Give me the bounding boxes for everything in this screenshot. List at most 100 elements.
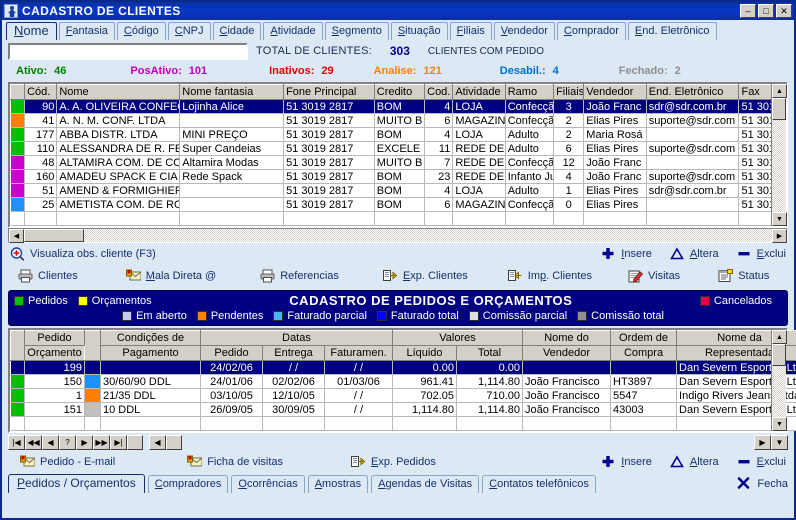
- mala-direta-button[interactable]: Mala Direta @: [125, 269, 216, 283]
- orders-col-compra[interactable]: Compra: [610, 345, 678, 361]
- tab-end-eletr-nico[interactable]: End. Eletrônico: [627, 22, 717, 40]
- table-row[interactable]: 51AMEND & FORMIGHIERI LT 51 3019 2817BOM4…: [10, 183, 786, 198]
- hscroll-track[interactable]: [84, 229, 772, 242]
- scroll-down-button[interactable]: ▼: [772, 212, 787, 226]
- orders-col-cond-top[interactable]: Condições de: [100, 330, 201, 346]
- table-row[interactable]: 48ALTAMIRA COM. DE CONFAltamira Modas51 …: [10, 155, 786, 170]
- table-row-empty[interactable]: [10, 211, 786, 226]
- nav-button-1[interactable]: ◀◀: [25, 434, 42, 450]
- orders-scroll-down-button[interactable]: ▼: [772, 417, 787, 431]
- orders-scroll-thumb[interactable]: [772, 344, 786, 366]
- scroll-track[interactable]: [772, 120, 786, 212]
- orders-col-liquido[interactable]: Líquido: [392, 345, 457, 361]
- bottom-tab-ocorr-ncias[interactable]: Ocorrências: [231, 475, 305, 493]
- altera-button-orders[interactable]: Altera: [670, 455, 719, 469]
- close-button[interactable]: ✕: [776, 4, 792, 18]
- bottom-tab-amostras[interactable]: Amostras: [307, 475, 369, 493]
- imp-clientes-button[interactable]: Imp. Clientes: [507, 269, 592, 283]
- table-row[interactable]: 41 A. N. M. CONF. LTDA 51 3019 2817 MUITO B…: [10, 113, 786, 128]
- scroll-left-button[interactable]: ◀: [9, 228, 24, 243]
- nav-button-3[interactable]: ?: [59, 434, 76, 450]
- table-row[interactable]: 199 24/02/06/ / / /0.00 0.00 Dan Severn Espo…: [10, 360, 796, 375]
- clients-col-6[interactable]: Cod.: [424, 84, 454, 100]
- nav-button-4[interactable]: ▶: [76, 434, 93, 450]
- tab-vendedor[interactable]: Vendedor: [493, 22, 555, 40]
- hscroll-thumb[interactable]: [24, 229, 84, 242]
- table-row[interactable]: 110ALESSANDRA DE R. FERRSuper Candeias51…: [10, 141, 786, 156]
- view-client-obs-button[interactable]: Visualiza obs. cliente (F3): [10, 247, 156, 261]
- fecha-button[interactable]: Fecha: [737, 477, 788, 491]
- maximize-button[interactable]: □: [758, 4, 774, 18]
- orders-vertical-scrollbar[interactable]: ▲ ▼: [771, 330, 787, 431]
- orders-col-valores[interactable]: Valores: [391, 330, 524, 346]
- clients-col-4[interactable]: Fone Principal: [283, 84, 375, 100]
- bottom-tab-compradores[interactable]: Compradores: [147, 475, 229, 493]
- orders-grid[interactable]: Pedido Condições de Datas Valores Nome do Ord…: [8, 328, 796, 433]
- orders-col-datas[interactable]: Datas: [200, 330, 393, 346]
- tab-c-digo[interactable]: Código: [116, 22, 166, 40]
- clients-vertical-scrollbar[interactable]: ▲ ▼: [771, 84, 787, 226]
- table-row[interactable]: 1 21/35 DDL 03/10/05 12/10/05/ /702.05 710.0…: [10, 388, 796, 403]
- tab-filiais[interactable]: Filiais: [449, 22, 492, 40]
- scroll-up-button[interactable]: ▲: [772, 84, 787, 98]
- nav-button-0[interactable]: |◀: [8, 434, 25, 450]
- clients-col-2[interactable]: Nome: [56, 84, 181, 100]
- status-button[interactable]: Status: [718, 269, 769, 283]
- clients-col-7[interactable]: Atividade: [452, 84, 506, 100]
- bottom-tab-contatos-telef-nicos[interactable]: Contatos telefônicos: [482, 475, 596, 493]
- nav-button-2[interactable]: ◀: [42, 434, 59, 450]
- exclui-button-clients[interactable]: Exclui: [737, 247, 786, 261]
- bottom-tab-agendas-de-visitas[interactable]: Agendas de Visitas: [371, 475, 480, 493]
- ficha-de-visitas-button[interactable]: Ficha de visitas: [187, 455, 283, 469]
- insere-button-clients[interactable]: Insere: [601, 247, 652, 261]
- tab-atividade[interactable]: Atividade: [263, 22, 323, 40]
- bottom-tab-pedidos-or-amentos[interactable]: Pedidos / Orçamentos: [8, 474, 145, 493]
- table-row[interactable]: 151 10 DDL 26/09/05 30/09/05/ /1,114.80 1,11…: [10, 402, 796, 417]
- clientes-button[interactable]: Clientes: [18, 269, 78, 283]
- table-row[interactable]: 25AMETISTA COM. DE ROUP 51 3019 2817BOM6M…: [10, 197, 786, 212]
- clients-col-1[interactable]: Cód.: [24, 84, 58, 100]
- orders-col-data-faturamento[interactable]: Faturamen.: [324, 345, 393, 361]
- referencias-button[interactable]: Referencias: [260, 269, 339, 283]
- orders-hscroll-left-button[interactable]: ◀: [149, 434, 166, 450]
- tab-situa-o[interactable]: Situação: [390, 22, 448, 40]
- table-row[interactable]: 150 30/60/90 DDL 24/01/06 02/02/06 01/03/06 9…: [10, 374, 796, 389]
- minimize-button[interactable]: –: [740, 4, 756, 18]
- table-row[interactable]: 160AMADEU SPACK E CIA LTDRede Spack51 30…: [10, 169, 786, 184]
- orders-col-total[interactable]: Total: [455, 345, 524, 361]
- clients-col-9[interactable]: Filiais: [553, 84, 585, 100]
- nav-button-5[interactable]: ▶▶: [93, 434, 110, 450]
- tab-cidade[interactable]: Cidade: [212, 22, 262, 40]
- exp-clientes-button[interactable]: Exp. Clientes: [382, 269, 468, 283]
- clients-col-8[interactable]: Ramo: [504, 84, 555, 100]
- orders-hscroll-right-button[interactable]: ▶: [754, 434, 771, 450]
- clients-col-10[interactable]: Vendedor: [583, 84, 647, 100]
- tab-nome[interactable]: Nome: [6, 22, 57, 40]
- tab-comprador[interactable]: Comprador: [556, 22, 626, 40]
- nav-button-6[interactable]: ▶|: [110, 434, 127, 450]
- tab-fantasia[interactable]: Fantasia: [58, 22, 115, 40]
- table-row[interactable]: 177 ABBA DISTR. LTDA MINI PREÇO 51 3019 281…: [10, 127, 786, 142]
- clients-col-11[interactable]: End. Eletrônico: [645, 84, 740, 100]
- orders-col-vendedor[interactable]: Vendedor: [522, 345, 612, 361]
- clients-col-0[interactable]: [9, 84, 26, 100]
- pedido-e-mail-button[interactable]: Pedido - E-mail: [20, 455, 115, 469]
- orders-col-orcamento[interactable]: Orçamento: [24, 345, 85, 361]
- clients-grid[interactable]: Cód. Nome Nome fantasia Fone Principal Credi…: [8, 82, 788, 228]
- clients-col-3[interactable]: Nome fantasia: [179, 84, 285, 100]
- clients-horizontal-scrollbar[interactable]: ◀ ▶: [8, 228, 788, 243]
- table-row[interactable]: 90A. A. OLIVEIRA CONFECCOLojinha Alice51…: [10, 99, 786, 114]
- orders-col-data-entrega[interactable]: Entrega: [262, 345, 325, 361]
- exp-pedidos-button[interactable]: Exp. Pedidos: [351, 455, 436, 469]
- insere-button-orders[interactable]: Insere: [601, 455, 652, 469]
- search-input[interactable]: [8, 42, 248, 60]
- scroll-right-button[interactable]: ▶: [772, 228, 787, 243]
- orders-scroll-track[interactable]: [772, 366, 786, 417]
- scroll-thumb[interactable]: [772, 98, 786, 120]
- visitas-button[interactable]: Visitas: [628, 269, 680, 283]
- exclui-button-orders[interactable]: Exclui: [737, 455, 786, 469]
- orders-col-vend-top[interactable]: Nome do: [522, 330, 612, 346]
- orders-hscroll-down-button[interactable]: ▼: [771, 434, 788, 450]
- table-row-empty[interactable]: [10, 416, 796, 431]
- orders-col-data-pedido[interactable]: Pedido: [200, 345, 263, 361]
